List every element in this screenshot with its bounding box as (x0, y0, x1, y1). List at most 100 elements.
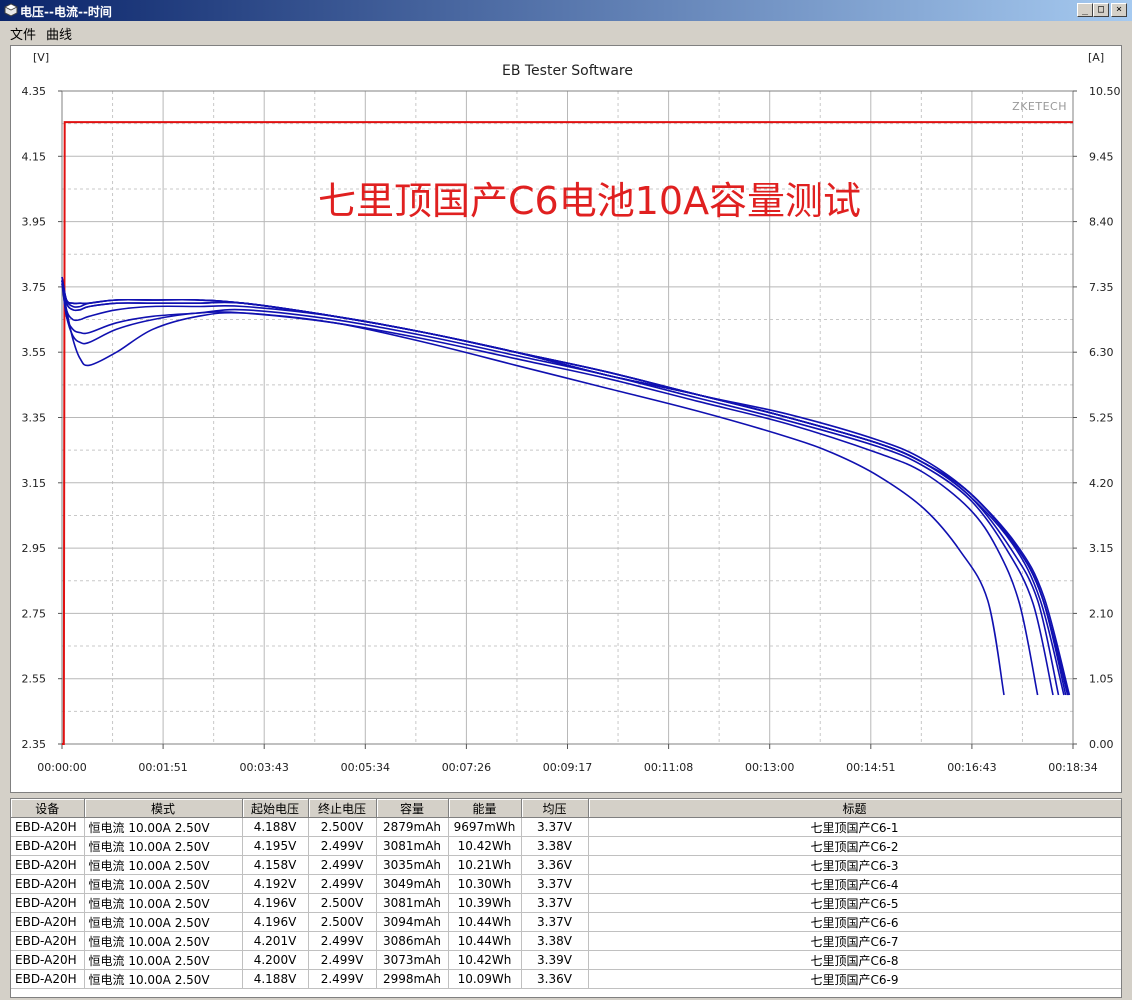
col-energy[interactable]: 能量 (448, 799, 522, 818)
cell-capacity: 3081mAh (376, 893, 449, 913)
voltage-series-line (61, 283, 1039, 696)
menu-curve[interactable]: 曲线 (46, 24, 72, 43)
cell-capacity: 2879mAh (376, 817, 449, 837)
cell-title: 七里顶国产C6-4 (588, 874, 1121, 894)
cell-energy: 9697mWh (448, 817, 522, 837)
x-tick-label: 00:09:17 (543, 761, 592, 774)
table-row[interactable]: EBD-A20H 恒电流 10.00A 2.50V 4.196V 2.500V 3081… (11, 893, 1121, 913)
cell-device: EBD-A20H (11, 912, 85, 932)
watermark: ZKETECH (1012, 100, 1067, 113)
chart-panel: 4.35 4.15 3.95 3.75 3.55 3.35 3.15 2.95 2.75 2.55… (10, 45, 1122, 793)
cell-avg-voltage: 3.37V (521, 912, 589, 932)
maximize-button[interactable]: □ (1093, 3, 1109, 17)
y-right-tick-label: 4.20 (1089, 477, 1114, 490)
x-tick-label: 00:11:08 (644, 761, 693, 774)
cell-capacity: 3035mAh (376, 855, 449, 875)
cell-end-voltage: 2.499V (308, 950, 377, 970)
col-device[interactable]: 设备 (11, 799, 85, 818)
cell-energy: 10.21Wh (448, 855, 522, 875)
cell-energy: 10.09Wh (448, 969, 522, 989)
cell-device: EBD-A20H (11, 855, 85, 875)
cell-mode: 恒电流 10.00A 2.50V (84, 817, 243, 837)
table-row[interactable]: EBD-A20H 恒电流 10.00A 2.50V 4.188V 2.500V 2879… (11, 817, 1121, 837)
menu-file[interactable]: 文件 (10, 24, 36, 43)
cell-end-voltage: 2.500V (308, 893, 377, 913)
cell-mode: 恒电流 10.00A 2.50V (84, 912, 243, 932)
cell-avg-voltage: 3.37V (521, 893, 589, 913)
cell-device: EBD-A20H (11, 874, 85, 894)
voltage-series-line (61, 280, 1060, 696)
cell-device: EBD-A20H (11, 836, 85, 856)
y-right-tick-label: 5.25 (1089, 412, 1114, 425)
cell-title: 七里顶国产C6-6 (588, 912, 1121, 932)
cell-title: 七里顶国产C6-3 (588, 855, 1121, 875)
x-tick-label: 00:03:43 (239, 761, 288, 774)
cell-avg-voltage: 3.37V (521, 817, 589, 837)
cell-start-voltage: 4.201V (242, 931, 309, 951)
title-bar[interactable]: 电压--电流--时间 _ □ × (0, 0, 1132, 21)
voltage-series-line (61, 280, 1065, 696)
cell-avg-voltage: 3.38V (521, 931, 589, 951)
cell-capacity: 3049mAh (376, 874, 449, 894)
y-right-tick-label: 2.10 (1089, 607, 1114, 620)
close-button[interactable]: × (1111, 3, 1127, 17)
table-row[interactable]: EBD-A20H 恒电流 10.00A 2.50V 4.188V 2.499V 2998… (11, 969, 1121, 989)
cell-end-voltage: 2.499V (308, 969, 377, 989)
y-left-tick-label: 4.15 (22, 150, 47, 163)
cell-device: EBD-A20H (11, 817, 85, 837)
col-title[interactable]: 标题 (588, 799, 1121, 818)
x-tick-label: 00:13:00 (745, 761, 794, 774)
cell-end-voltage: 2.500V (308, 817, 377, 837)
y-left-tick-label: 3.95 (22, 216, 47, 229)
y-left-tick-label: 2.75 (22, 607, 47, 620)
y-left-tick-label: 2.35 (22, 738, 47, 751)
x-tick-label: 00:16:43 (947, 761, 996, 774)
col-capacity[interactable]: 容量 (376, 799, 449, 818)
cell-end-voltage: 2.499V (308, 874, 377, 894)
results-grid: 设备 模式 起始电压 终止电压 容量 能量 均压 标题 EBD-A20H 恒电流 … (10, 798, 1122, 998)
y-right-tick-label: 3.15 (1089, 542, 1114, 555)
cell-mode: 恒电流 10.00A 2.50V (84, 893, 243, 913)
table-row[interactable]: EBD-A20H 恒电流 10.00A 2.50V 4.195V 2.499V 3081… (11, 836, 1121, 856)
cell-capacity: 2998mAh (376, 969, 449, 989)
col-mode[interactable]: 模式 (84, 799, 243, 818)
cell-start-voltage: 4.192V (242, 874, 309, 894)
cell-end-voltage: 2.499V (308, 931, 377, 951)
cell-start-voltage: 4.188V (242, 817, 309, 837)
col-end-voltage[interactable]: 终止电压 (308, 799, 377, 818)
y-right-tick-label: 6.30 (1089, 346, 1114, 359)
col-avg-voltage[interactable]: 均压 (521, 799, 589, 818)
cell-start-voltage: 4.200V (242, 950, 309, 970)
cell-energy: 10.42Wh (448, 950, 522, 970)
table-row[interactable]: EBD-A20H 恒电流 10.00A 2.50V 4.158V 2.499V 3035… (11, 855, 1121, 875)
cell-title: 七里顶国产C6-8 (588, 950, 1121, 970)
cell-avg-voltage: 3.38V (521, 836, 589, 856)
cell-start-voltage: 4.188V (242, 969, 309, 989)
cell-end-voltage: 2.500V (308, 912, 377, 932)
cell-end-voltage: 2.499V (308, 855, 377, 875)
table-row[interactable]: EBD-A20H 恒电流 10.00A 2.50V 4.196V 2.500V 3094… (11, 912, 1121, 932)
cell-title: 七里顶国产C6-9 (588, 969, 1121, 989)
minimize-button[interactable]: _ (1077, 3, 1093, 17)
cell-mode: 恒电流 10.00A 2.50V (84, 969, 243, 989)
table-row[interactable]: EBD-A20H 恒电流 10.00A 2.50V 4.192V 2.499V 3049… (11, 874, 1121, 894)
window-title: 电压--电流--时间 (20, 5, 112, 19)
cell-start-voltage: 4.196V (242, 893, 309, 913)
voltage-series-line (61, 276, 1069, 696)
x-tick-label: 00:18:34 (1048, 761, 1097, 774)
x-tick-label: 00:01:51 (138, 761, 187, 774)
voltage-series-line (61, 280, 1054, 696)
table-row[interactable]: EBD-A20H 恒电流 10.00A 2.50V 4.201V 2.499V 3086… (11, 931, 1121, 951)
chart-annotation: 七里顶国产C6电池10A容量测试 (318, 179, 861, 223)
y-right-tick-label: 10.50 (1089, 85, 1121, 98)
cell-end-voltage: 2.499V (308, 836, 377, 856)
y-left-unit: [V] (33, 51, 49, 64)
cell-mode: 恒电流 10.00A 2.50V (84, 874, 243, 894)
voltage-series-line (61, 280, 1067, 696)
y-right-unit: [A] (1088, 51, 1104, 64)
voltage-series-line (61, 280, 1071, 696)
cell-start-voltage: 4.196V (242, 912, 309, 932)
table-row[interactable]: EBD-A20H 恒电流 10.00A 2.50V 4.200V 2.499V 3073… (11, 950, 1121, 970)
cell-title: 七里顶国产C6-5 (588, 893, 1121, 913)
col-start-voltage[interactable]: 起始电压 (242, 799, 309, 818)
